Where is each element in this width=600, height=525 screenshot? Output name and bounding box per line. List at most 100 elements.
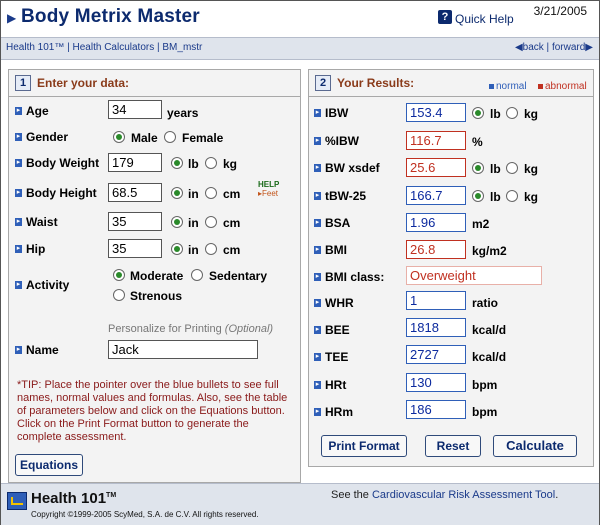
waist-cm-label[interactable]: cm — [223, 216, 240, 230]
tbw-lb-radio[interactable] — [472, 190, 484, 202]
activity-moderate-radio[interactable] — [113, 269, 125, 281]
bw-xsdef-lb-radio[interactable] — [472, 162, 484, 174]
whr-unit: ratio — [472, 296, 499, 310]
info-bullet-icon[interactable]: ▸ — [314, 273, 321, 281]
equations-button[interactable]: Equations — [15, 454, 83, 476]
hip-input[interactable]: 35 — [108, 239, 162, 258]
hip-in-label[interactable]: in — [188, 243, 199, 257]
bw-xsdef-lb-label[interactable]: lb — [490, 162, 501, 176]
info-bullet-icon[interactable]: ▸ — [15, 107, 22, 115]
calculate-button[interactable]: Calculate — [493, 435, 577, 457]
info-bullet-icon[interactable]: ▸ — [15, 346, 22, 354]
waist-in-radio[interactable] — [171, 216, 183, 228]
ibw-kg-radio[interactable] — [506, 107, 518, 119]
info-bullet-icon[interactable]: ▸ — [15, 133, 22, 141]
gender-male-label[interactable]: Male — [131, 131, 158, 145]
hip-in-radio[interactable] — [171, 243, 183, 255]
result-value-hrm: 186 — [406, 400, 466, 419]
weight-input[interactable]: 179 — [108, 153, 162, 172]
legend-abnormal: abnormal — [538, 81, 587, 92]
reset-button[interactable]: Reset — [425, 435, 481, 457]
waist-in-label[interactable]: in — [188, 216, 199, 230]
height-input[interactable]: 68.5 — [108, 183, 162, 202]
height-cm-label[interactable]: cm — [223, 187, 240, 201]
info-bullet-icon[interactable]: ▸ — [314, 326, 321, 334]
quick-help-link[interactable]: Quick Help — [455, 12, 514, 26]
health-101-logo[interactable]: Health 101TM — [31, 490, 116, 507]
result-label-hrm: HRm — [325, 405, 354, 419]
activity-sedentary-radio[interactable] — [191, 269, 203, 281]
result-value-whr: 1 — [406, 291, 466, 310]
weight-lb-label[interactable]: lb — [188, 157, 199, 171]
info-bullet-icon[interactable]: ▸ — [15, 245, 22, 253]
info-bullet-icon[interactable]: ▸ — [15, 189, 22, 197]
tbw-kg-label[interactable]: kg — [524, 190, 538, 204]
info-bullet-icon[interactable]: ▸ — [314, 109, 321, 117]
info-bullet-icon[interactable]: ▸ — [314, 137, 321, 145]
result-value-bsa: 1.96 — [406, 213, 466, 232]
activity-strenous-label[interactable]: Strenous — [130, 289, 182, 303]
ibw-lb-radio[interactable] — [472, 107, 484, 119]
height-in-radio[interactable] — [171, 187, 183, 199]
info-bullet-icon[interactable]: ▸ — [314, 353, 321, 361]
age-label: Age — [26, 104, 49, 118]
ibw-kg-label[interactable]: kg — [524, 107, 538, 121]
waist-cm-radio[interactable] — [205, 216, 217, 228]
step-number: 2 — [315, 75, 331, 91]
weight-kg-label[interactable]: kg — [223, 157, 237, 171]
activity-strenous-radio[interactable] — [113, 289, 125, 301]
weight-lb-radio[interactable] — [171, 157, 183, 169]
height-label: Body Height — [26, 186, 97, 200]
divider — [309, 96, 593, 97]
cardiovascular-tool-link[interactable]: Cardiovascular Risk Assessment Tool — [372, 489, 555, 501]
back-arrow-icon[interactable]: ◀ — [515, 42, 523, 53]
logo-text[interactable]: Health 101 — [31, 490, 106, 507]
tip-text: *TIP: Place the pointer over the blue bu… — [17, 379, 288, 443]
weight-kg-radio[interactable] — [205, 157, 217, 169]
bsa-unit: m2 — [472, 217, 490, 231]
result-value-ibw: 153.4 — [406, 103, 466, 122]
ibw-lb-label[interactable]: lb — [490, 107, 501, 121]
result-label-pct-ibw: %IBW — [325, 134, 359, 148]
activity-sedentary-label[interactable]: Sedentary — [209, 269, 267, 283]
gender-female-radio[interactable] — [164, 131, 176, 143]
info-bullet-icon[interactable]: ▸ — [314, 299, 321, 307]
info-bullet-icon[interactable]: ▸ — [314, 164, 321, 172]
bw-xsdef-kg-radio[interactable] — [506, 162, 518, 174]
tbw-lb-label[interactable]: lb — [490, 190, 501, 204]
feet-label[interactable]: Feet — [262, 189, 278, 198]
legend-abnormal-label: abnormal — [545, 81, 587, 92]
result-label-bmi-class: BMI class: — [325, 270, 385, 284]
height-help-link[interactable]: HELP — [258, 181, 279, 189]
hip-cm-label[interactable]: cm — [223, 243, 240, 257]
legend-normal-label: normal — [496, 81, 527, 92]
info-bullet-icon[interactable]: ▸ — [314, 246, 321, 254]
info-bullet-icon[interactable]: ▸ — [15, 159, 22, 167]
forward-arrow-icon[interactable]: ▶ — [585, 42, 593, 53]
height-feet-link[interactable]: ▸Feet — [258, 190, 278, 198]
info-bullet-icon[interactable]: ▸ — [314, 408, 321, 416]
breadcrumb[interactable]: Health 101™ | Health Calculators | BM_ms… — [6, 42, 202, 53]
height-cm-radio[interactable] — [205, 187, 217, 199]
print-format-button[interactable]: Print Format — [321, 435, 407, 457]
health-101-logo-icon — [7, 492, 27, 510]
step-number: 1 — [15, 75, 31, 91]
waist-input[interactable]: 35 — [108, 212, 162, 231]
age-input[interactable]: 34 — [108, 100, 162, 119]
back-link[interactable]: back — [523, 42, 544, 53]
gender-male-radio[interactable] — [113, 131, 125, 143]
info-bullet-icon[interactable]: ▸ — [314, 381, 321, 389]
help-icon[interactable]: ? — [438, 10, 452, 24]
info-bullet-icon[interactable]: ▸ — [314, 219, 321, 227]
forward-link[interactable]: forward — [552, 42, 585, 53]
info-bullet-icon[interactable]: ▸ — [314, 192, 321, 200]
hip-cm-radio[interactable] — [205, 243, 217, 255]
bw-xsdef-kg-label[interactable]: kg — [524, 162, 538, 176]
activity-moderate-label[interactable]: Moderate — [130, 269, 183, 283]
info-bullet-icon[interactable]: ▸ — [15, 281, 22, 289]
height-in-label[interactable]: in — [188, 187, 199, 201]
gender-female-label[interactable]: Female — [182, 131, 223, 145]
tbw-kg-radio[interactable] — [506, 190, 518, 202]
info-bullet-icon[interactable]: ▸ — [15, 218, 22, 226]
name-input[interactable]: Jack — [108, 340, 258, 359]
